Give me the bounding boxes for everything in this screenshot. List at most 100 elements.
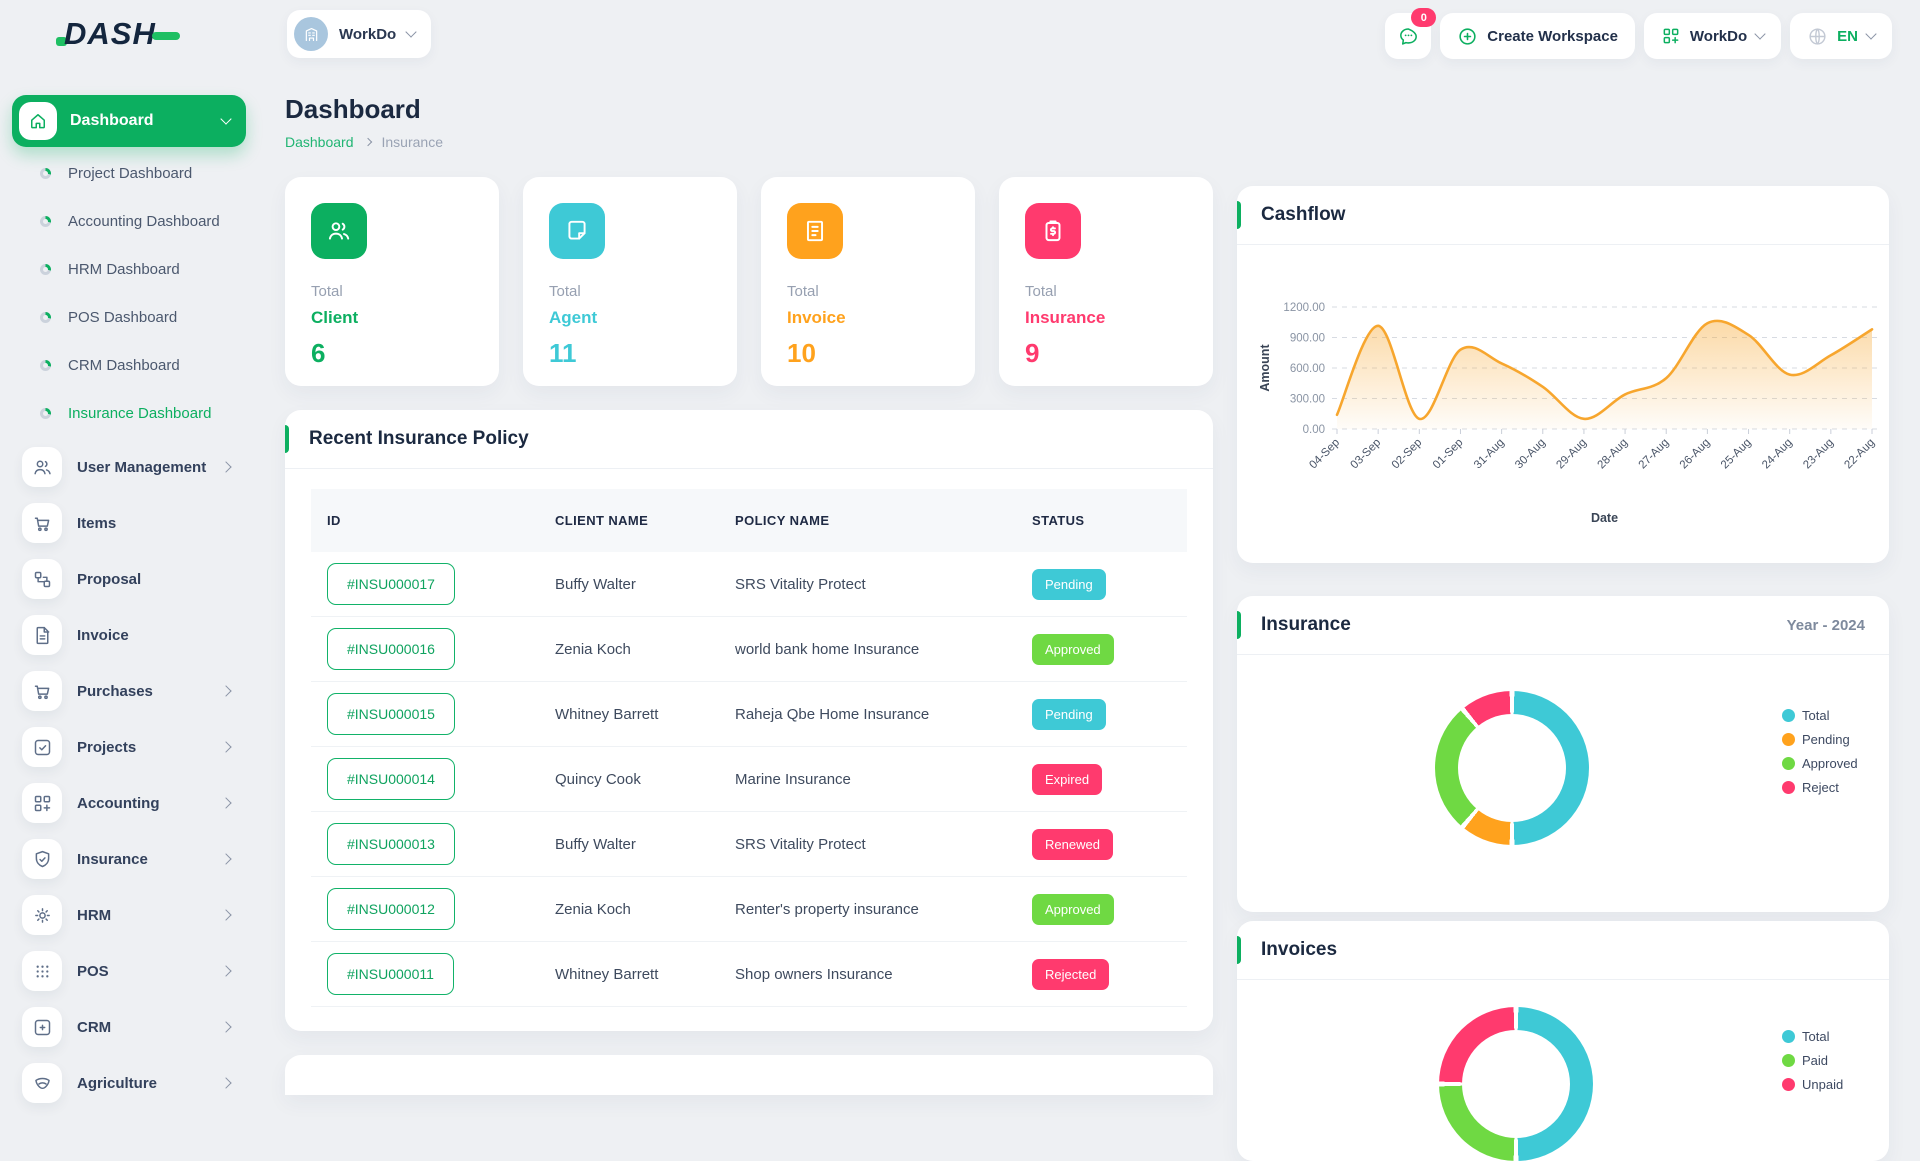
language-menu-button[interactable]: EN [1790, 13, 1892, 59]
stat-card-insurance: TotalInsurance9 [999, 177, 1213, 386]
status-badge: Rejected [1032, 959, 1109, 990]
client-name-cell: Whitney Barrett [539, 942, 719, 1007]
sidebar-item-insurance-dashboard[interactable]: Insurance Dashboard [0, 389, 258, 437]
sidebar-item-purchases[interactable]: Purchases [0, 663, 258, 719]
cashflow-chart-area: 1200.00900.00600.00300.000.0004-Sep03-Se… [1237, 244, 1889, 563]
policy-id-button[interactable]: #INSU000016 [327, 628, 455, 670]
workspace-menu-button[interactable]: WorkDo [1644, 13, 1781, 59]
sidebar-item-items[interactable]: Items [0, 495, 258, 551]
client-name-cell: Quincy Cook [539, 747, 719, 812]
sidebar-item-hrm-dashboard[interactable]: HRM Dashboard [0, 245, 258, 293]
insurance-year-label: Year - 2024 [1787, 617, 1865, 634]
sidebar-item-label: Accounting [77, 795, 160, 812]
column-header-client-name: CLIENT NAME [539, 489, 719, 552]
target-icon-chip [22, 895, 62, 935]
policy-name-cell: world bank home Insurance [719, 617, 1016, 682]
sidebar-item-label: HRM [77, 907, 111, 924]
sidebar-item-user-management[interactable]: User Management [0, 439, 258, 495]
legend-label: Unpaid [1802, 1077, 1843, 1092]
sidebar-item-label: Invoice [77, 627, 129, 644]
table-row: #INSU000011Whitney BarrettShop owners In… [311, 942, 1187, 1007]
sidebar-item-invoice[interactable]: Invoice [0, 607, 258, 663]
users-icon [311, 203, 367, 259]
policy-id-button[interactable]: #INSU000014 [327, 758, 455, 800]
policy-id-button[interactable]: #INSU000017 [327, 563, 455, 605]
insurance-card-header: Insurance Year - 2024 [1237, 596, 1889, 655]
legend-dot-icon [1782, 709, 1795, 722]
stat-card-client: TotalClient6 [285, 177, 499, 386]
sidebar-item-crm-dashboard[interactable]: CRM Dashboard [0, 341, 258, 389]
client-name-cell: Whitney Barrett [539, 682, 719, 747]
table-row: #INSU000013Buffy WalterSRS Vitality Prot… [311, 812, 1187, 877]
globe-icon-slot [1807, 26, 1828, 47]
status-badge: Pending [1032, 699, 1106, 730]
legend-label: Pending [1802, 732, 1850, 747]
sidebar-subitem-label: Project Dashboard [68, 165, 192, 182]
messages-button[interactable]: 0 [1385, 13, 1431, 59]
legend-item-approved[interactable]: Approved [1782, 756, 1858, 771]
dash-logo[interactable]: DASH [56, 16, 180, 52]
svg-text:25-Aug: 25-Aug [1719, 437, 1754, 472]
grid-plus-icon [1661, 26, 1681, 46]
sidebar-item-dashboard-active[interactable]: Dashboard [12, 95, 246, 147]
chevron-down-icon [406, 26, 417, 37]
cashflow-area-chart: 1200.00900.00600.00300.000.0004-Sep03-Se… [1237, 244, 1889, 563]
client-name-cell: Zenia Koch [539, 877, 719, 942]
sidebar-item-insurance[interactable]: Insurance [0, 831, 258, 887]
note-icon [549, 203, 605, 259]
breadcrumb-dashboard-link[interactable]: Dashboard [285, 134, 354, 150]
sidebar-item-accounting[interactable]: Accounting [0, 775, 258, 831]
legend-item-unpaid[interactable]: Unpaid [1782, 1077, 1843, 1092]
client-name-cell: Buffy Walter [539, 552, 719, 617]
sidebar-item-accounting-dashboard[interactable]: Accounting Dashboard [0, 197, 258, 245]
chevron-right-icon [220, 853, 231, 864]
insurance-donut-chart [1435, 691, 1589, 845]
layout-icon [32, 1017, 53, 1038]
sidebar-subitem-label: Accounting Dashboard [68, 213, 220, 230]
create-workspace-button[interactable]: Create Workspace [1440, 13, 1635, 59]
sidebar-item-project-dashboard[interactable]: Project Dashboard [0, 149, 258, 197]
legend-label: Total [1802, 1029, 1829, 1044]
grid-plus-icon-chip [22, 783, 62, 823]
policy-id-button[interactable]: #INSU000012 [327, 888, 455, 930]
sidebar-item-projects[interactable]: Projects [0, 719, 258, 775]
legend-item-total[interactable]: Total [1782, 1029, 1843, 1044]
sidebar-item-pos[interactable]: POS [0, 943, 258, 999]
policy-id-button[interactable]: #INSU000011 [327, 953, 454, 995]
top-actions: 0 Create Workspace WorkDo EN [1385, 13, 1892, 59]
table-row: #INSU000017Buffy WalterSRS Vitality Prot… [311, 552, 1187, 617]
policy-name-cell: Raheja Qbe Home Insurance [719, 682, 1016, 747]
chevron-right-icon [220, 797, 231, 808]
svg-text:900.00: 900.00 [1290, 333, 1325, 345]
workspace-name: WorkDo [339, 26, 396, 43]
svg-text:26-Aug: 26-Aug [1678, 437, 1713, 472]
layout-icon-chip [22, 1007, 62, 1047]
check-square-icon [32, 737, 53, 758]
svg-text:30-Aug: 30-Aug [1513, 437, 1548, 472]
workspace-switcher[interactable]: WorkDo [287, 10, 431, 58]
sidebar-item-crm[interactable]: CRM [0, 999, 258, 1055]
svg-text:22-Aug: 22-Aug [1842, 437, 1877, 472]
svg-text:28-Aug: 28-Aug [1595, 437, 1630, 472]
policy-id-button[interactable]: #INSU000015 [327, 693, 455, 735]
policy-id-button[interactable]: #INSU000013 [327, 823, 455, 865]
stat-value: 10 [787, 338, 949, 369]
progress-bullet-icon [40, 408, 51, 419]
invoice-icon [32, 625, 53, 646]
sidebar-item-proposal[interactable]: Proposal [0, 551, 258, 607]
legend-item-pending[interactable]: Pending [1782, 732, 1858, 747]
legend-item-reject[interactable]: Reject [1782, 780, 1858, 795]
sidebar-item-pos-dashboard[interactable]: POS Dashboard [0, 293, 258, 341]
svg-text:01-Sep: 01-Sep [1431, 437, 1466, 472]
legend-item-total[interactable]: Total [1782, 708, 1858, 723]
table-row: #INSU000014Quincy CookMarine InsuranceEx… [311, 747, 1187, 812]
status-badge: Expired [1032, 764, 1102, 795]
chevron-right-icon [220, 685, 231, 696]
table-row: #INSU000015 Whitney BarrettRaheja Qbe Hom… [311, 682, 1187, 747]
sidebar-item-agriculture[interactable]: Agriculture [0, 1055, 258, 1111]
sidebar-item-label: Projects [77, 739, 136, 756]
legend-item-paid[interactable]: Paid [1782, 1053, 1843, 1068]
stat-value: 6 [311, 338, 473, 369]
workspace-menu-label: WorkDo [1690, 28, 1747, 45]
sidebar-item-hrm[interactable]: HRM [0, 887, 258, 943]
